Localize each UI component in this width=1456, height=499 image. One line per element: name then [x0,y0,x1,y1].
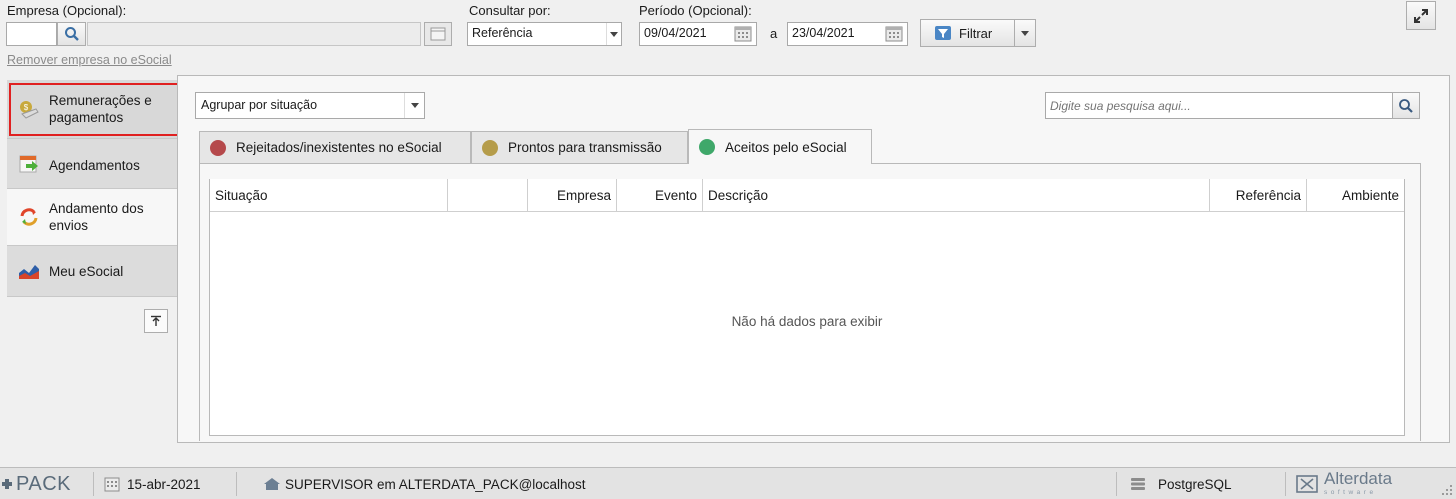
brand-segment: PACK [0,468,71,499]
empty-message: Não há dados para exibir [731,314,883,329]
vendor-name: Alterdata [1324,469,1393,488]
tab-label: Rejeitados/inexistentes no eSocial [236,140,442,155]
status-dot-icon [210,139,226,156]
search-icon [64,27,79,41]
consultar-label: Consultar por: [469,3,551,18]
grid-header: Situação Empresa Evento Descrição Referê… [210,179,1404,212]
status-bar: PACK 15-abr-2021 SUPERVISOR em ALTERDATA… [0,467,1456,499]
column-header-ambiente[interactable]: Ambiente [1307,179,1404,212]
sidebar-item-meu-esocial[interactable]: Meu eSocial [7,246,178,297]
sidebar-item-remuneracoes[interactable]: $ Remunerações e pagamentos [7,80,180,139]
consultar-select[interactable]: Referência [467,22,622,46]
alterdata-logo-icon [1296,475,1318,493]
collapse-sidebar-button[interactable] [144,309,168,333]
filter-icon [935,26,951,40]
date-segment: 15-abr-2021 [104,468,201,499]
status-user: SUPERVISOR em ALTERDATA_PACK@localhost [285,476,586,492]
chevron-down-icon[interactable] [404,93,424,118]
column-header-referencia[interactable]: Referência [1210,179,1307,212]
vendor-logo: Alterdata software [1296,468,1392,499]
sidebar-item-andamento[interactable]: Andamento dos envios [7,189,178,246]
column-header-blank[interactable] [448,179,528,212]
sidebar-item-label: envios [49,218,89,233]
search-button[interactable] [1392,92,1420,119]
brand-name: PACK [16,472,71,495]
consultar-value: Referência [472,26,533,40]
chevron-down-icon[interactable] [606,23,621,45]
expand-icon [1414,8,1428,23]
tab-rejeitados[interactable]: Rejeitados/inexistentes no eSocial [199,131,471,163]
empresa-name-field [87,22,421,46]
calendar-icon [104,477,120,491]
sidebar-item-label: Agendamentos [49,158,140,173]
sidebar-item-label: Meu eSocial [49,263,124,279]
filtrar-dropdown-button[interactable] [1014,19,1036,47]
sidebar-item-agendamentos[interactable]: Agendamentos [7,139,178,189]
status-db: PostgreSQL [1158,476,1232,492]
group-by-value: Agrupar por situação [201,98,318,112]
sidebar-item-label: Andamento dos [49,201,144,216]
empresa-label: Empresa (Opcional): [7,3,127,18]
status-dot-icon [699,139,715,155]
remover-empresa-link[interactable]: Remover empresa no eSocial [7,53,172,67]
house-icon [264,478,280,490]
tab-label: Prontos para transmissão [508,140,662,155]
resize-grip-icon[interactable] [1441,484,1453,499]
column-header-empresa[interactable]: Empresa [528,179,617,212]
status-date: 15-abr-2021 [127,476,201,492]
calendar-icon[interactable] [734,25,752,45]
empresa-list-button[interactable] [424,22,452,46]
pack-logo-icon [2,479,12,489]
calendar-icon[interactable] [885,25,903,45]
status-dot-icon [482,139,498,156]
filtrar-label: Filtrar [959,25,993,41]
periodo-label: Período (Opcional): [639,3,752,18]
vendor-sub: software [1324,489,1377,496]
database-icon [1131,478,1145,490]
empresa-code-input[interactable] [6,22,57,46]
tab-label: Aceitos pelo eSocial [725,139,847,155]
tab-aceitos[interactable]: Aceitos pelo eSocial [688,129,872,164]
periodo-end-value: 23/04/2021 [792,26,855,40]
empresa-search-button[interactable] [57,22,86,46]
progress-icon [7,206,45,228]
column-header-evento[interactable]: Evento [617,179,703,212]
db-segment: PostgreSQL [1130,468,1232,499]
tab-prontos[interactable]: Prontos para transmissão [471,131,688,163]
chart-icon [7,261,45,281]
user-segment: SUPERVISOR em ALTERDATA_PACK@localhost [263,468,586,499]
column-header-situacao[interactable]: Situação [210,179,448,212]
expand-button[interactable] [1406,1,1436,30]
chevron-down-icon [1021,30,1029,36]
periodo-start-value: 09/04/2021 [644,26,707,40]
list-icon [430,27,446,41]
group-by-select[interactable]: Agrupar por situação [195,92,425,119]
arrow-up-bar-icon [151,315,161,326]
periodo-separator: a [770,26,778,41]
calendar-arrow-icon [7,153,45,175]
search-icon [1399,98,1413,113]
search-input[interactable] [1045,92,1393,119]
data-grid [209,179,1405,436]
column-header-descricao[interactable]: Descrição [703,179,1210,212]
filtrar-button[interactable]: Filtrar [920,19,1015,47]
